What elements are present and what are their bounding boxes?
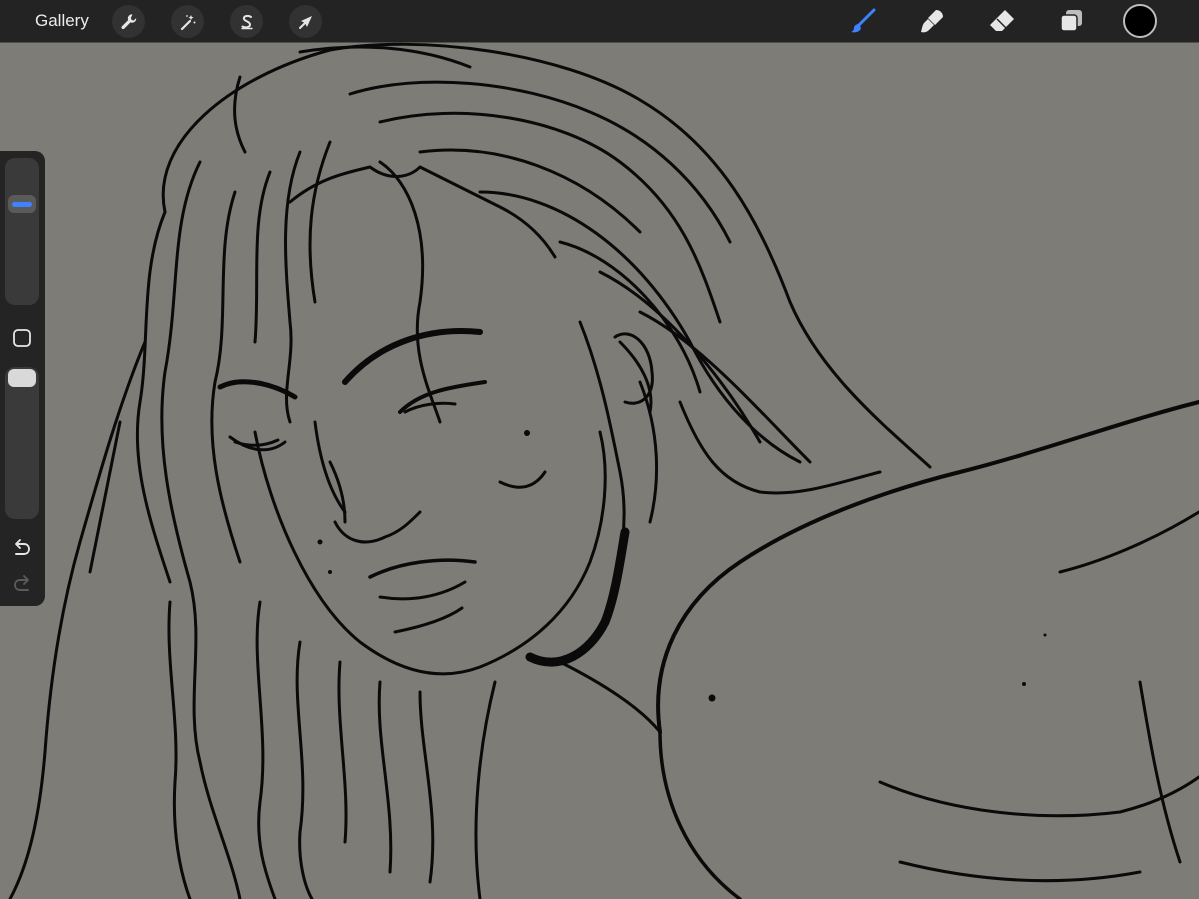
adjustments-button[interactable] — [171, 5, 204, 38]
eraser-button[interactable] — [985, 4, 1019, 38]
brush-button[interactable] — [846, 4, 880, 38]
eraser-icon — [990, 10, 1014, 31]
brush-size-slider[interactable] — [5, 158, 39, 305]
opacity-thumb[interactable] — [8, 369, 36, 387]
smudge-button[interactable] — [915, 4, 949, 38]
top-toolbar: Gallery — [0, 0, 1199, 42]
procreate-app: Gallery — [0, 0, 1199, 899]
modify-button[interactable] — [11, 327, 33, 349]
layers-icon — [1060, 10, 1082, 32]
brush-size-thumb[interactable] — [8, 195, 36, 213]
selection-s-icon — [240, 14, 253, 29]
layers-button[interactable] — [1054, 4, 1088, 38]
undo-button[interactable] — [9, 534, 35, 560]
drawing-canvas[interactable] — [0, 42, 1199, 899]
left-sidebar — [0, 151, 45, 606]
magic-wand-icon — [180, 14, 195, 30]
selection-button[interactable] — [230, 5, 263, 38]
wrench-icon — [121, 13, 136, 29]
smudge-icon — [921, 10, 943, 33]
line-art — [8, 42, 1199, 899]
modify-square-icon — [13, 329, 31, 347]
redo-button[interactable] — [9, 570, 35, 596]
gallery-button[interactable]: Gallery — [35, 10, 89, 32]
actions-button[interactable] — [112, 5, 145, 38]
transform-button[interactable] — [289, 5, 322, 38]
redo-icon — [14, 575, 29, 591]
opacity-slider[interactable] — [5, 367, 39, 519]
brush-icon — [851, 8, 876, 33]
undo-icon — [15, 539, 30, 555]
color-picker-button[interactable] — [1123, 4, 1157, 38]
arrow-cursor-icon — [298, 15, 312, 29]
